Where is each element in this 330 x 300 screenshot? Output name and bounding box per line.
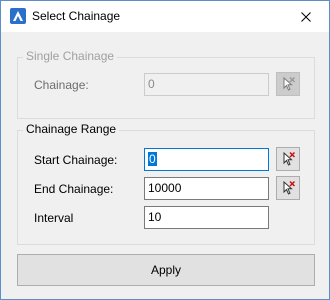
apply-button[interactable]: Apply	[17, 254, 315, 286]
end-chainage-pick-button[interactable]	[276, 176, 300, 200]
single-chainage-legend: Single Chainage	[23, 49, 118, 63]
chainage-pick-button[interactable]	[276, 72, 300, 96]
interval-input[interactable]: 10	[144, 206, 269, 229]
end-chainage-input[interactable]: 10000	[144, 177, 269, 200]
apply-button-label: Apply	[150, 263, 182, 277]
interval-label: Interval	[34, 211, 74, 225]
window-title: Select Chainage	[32, 9, 121, 23]
end-chainage-label: End Chainage:	[34, 182, 114, 196]
pick-chainage-icon	[283, 180, 296, 195]
select-chainage-dialog: Select Chainage Single Chainage Chainage…	[0, 0, 330, 300]
start-chainage-pick-button[interactable]	[276, 147, 300, 171]
start-chainage-value: 0	[148, 152, 157, 166]
title-bar[interactable]: Select Chainage	[1, 1, 329, 32]
chainage-input[interactable]: 0	[144, 73, 269, 96]
chainage-range-legend: Chainage Range	[23, 122, 120, 136]
close-icon	[301, 11, 311, 22]
close-button[interactable]	[283, 1, 329, 32]
start-chainage-input[interactable]: 0	[144, 148, 269, 171]
pick-chainage-icon	[283, 151, 296, 166]
app-logo-icon	[10, 8, 26, 24]
chainage-label: Chainage:	[34, 78, 89, 92]
pick-chainage-icon	[283, 76, 296, 91]
start-chainage-label: Start Chainage:	[34, 153, 118, 167]
